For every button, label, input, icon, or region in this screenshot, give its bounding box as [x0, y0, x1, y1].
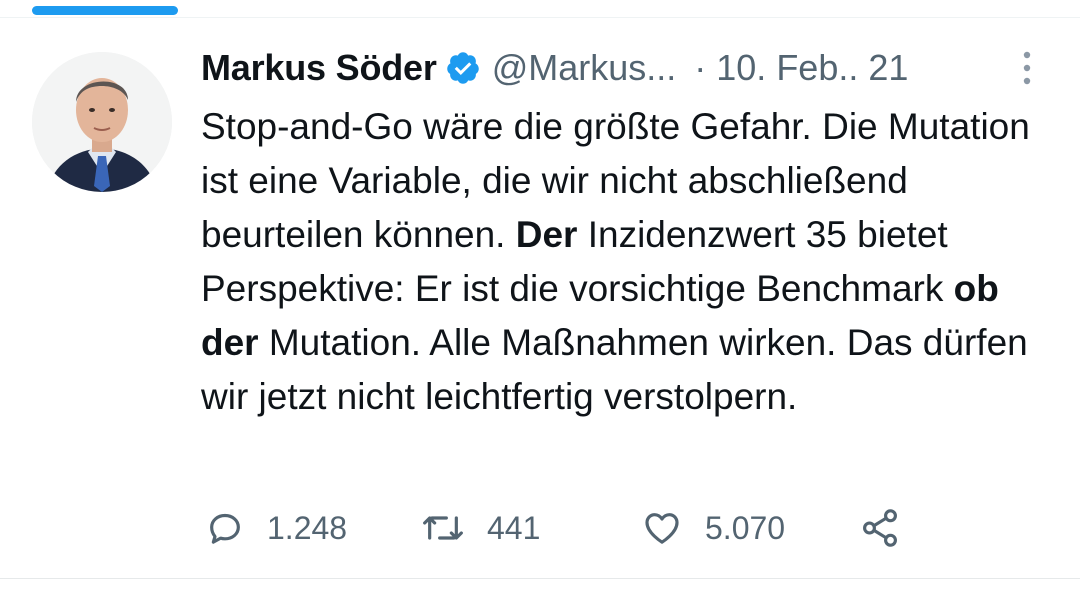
tweet-header: Markus Söder @Markus... · 10. Feb.. 21 — [201, 40, 1060, 96]
tweet-text-bold: Der — [515, 214, 578, 255]
share-icon — [863, 509, 897, 547]
separator-dot: · — [694, 47, 707, 88]
retweet-count: 441 — [487, 509, 541, 546]
author-handle[interactable]: @Markus... — [492, 47, 677, 89]
more-vertical-icon[interactable] — [1022, 50, 1032, 86]
avatar[interactable] — [32, 52, 172, 192]
heart-icon — [645, 513, 679, 544]
verified-badge-icon — [446, 52, 479, 84]
tweet-date[interactable]: 10. Feb.. 21 — [716, 47, 908, 89]
retweet-button[interactable]: 441 — [421, 500, 540, 556]
like-count: 5.070 — [705, 509, 786, 546]
tweet-text: Stop-and-Go wäre die größte Gefahr. Die … — [201, 100, 1061, 424]
like-button[interactable]: 5.070 — [641, 500, 785, 556]
reply-button[interactable]: 1.248 — [205, 500, 347, 556]
top-divider — [0, 17, 1080, 18]
reply-icon — [210, 513, 240, 544]
bottom-divider — [0, 578, 1080, 579]
tweet-actions: 1.248 441 5.070 — [201, 500, 961, 556]
tweet-text-part: Mutation. Alle Maßnahmen wirken. Das dür… — [201, 322, 1028, 417]
share-button[interactable] — [859, 500, 923, 556]
author-name[interactable]: Markus Söder — [201, 47, 437, 89]
retweet-icon — [423, 516, 463, 540]
active-tab-indicator — [32, 6, 178, 15]
reply-count: 1.248 — [267, 509, 348, 546]
